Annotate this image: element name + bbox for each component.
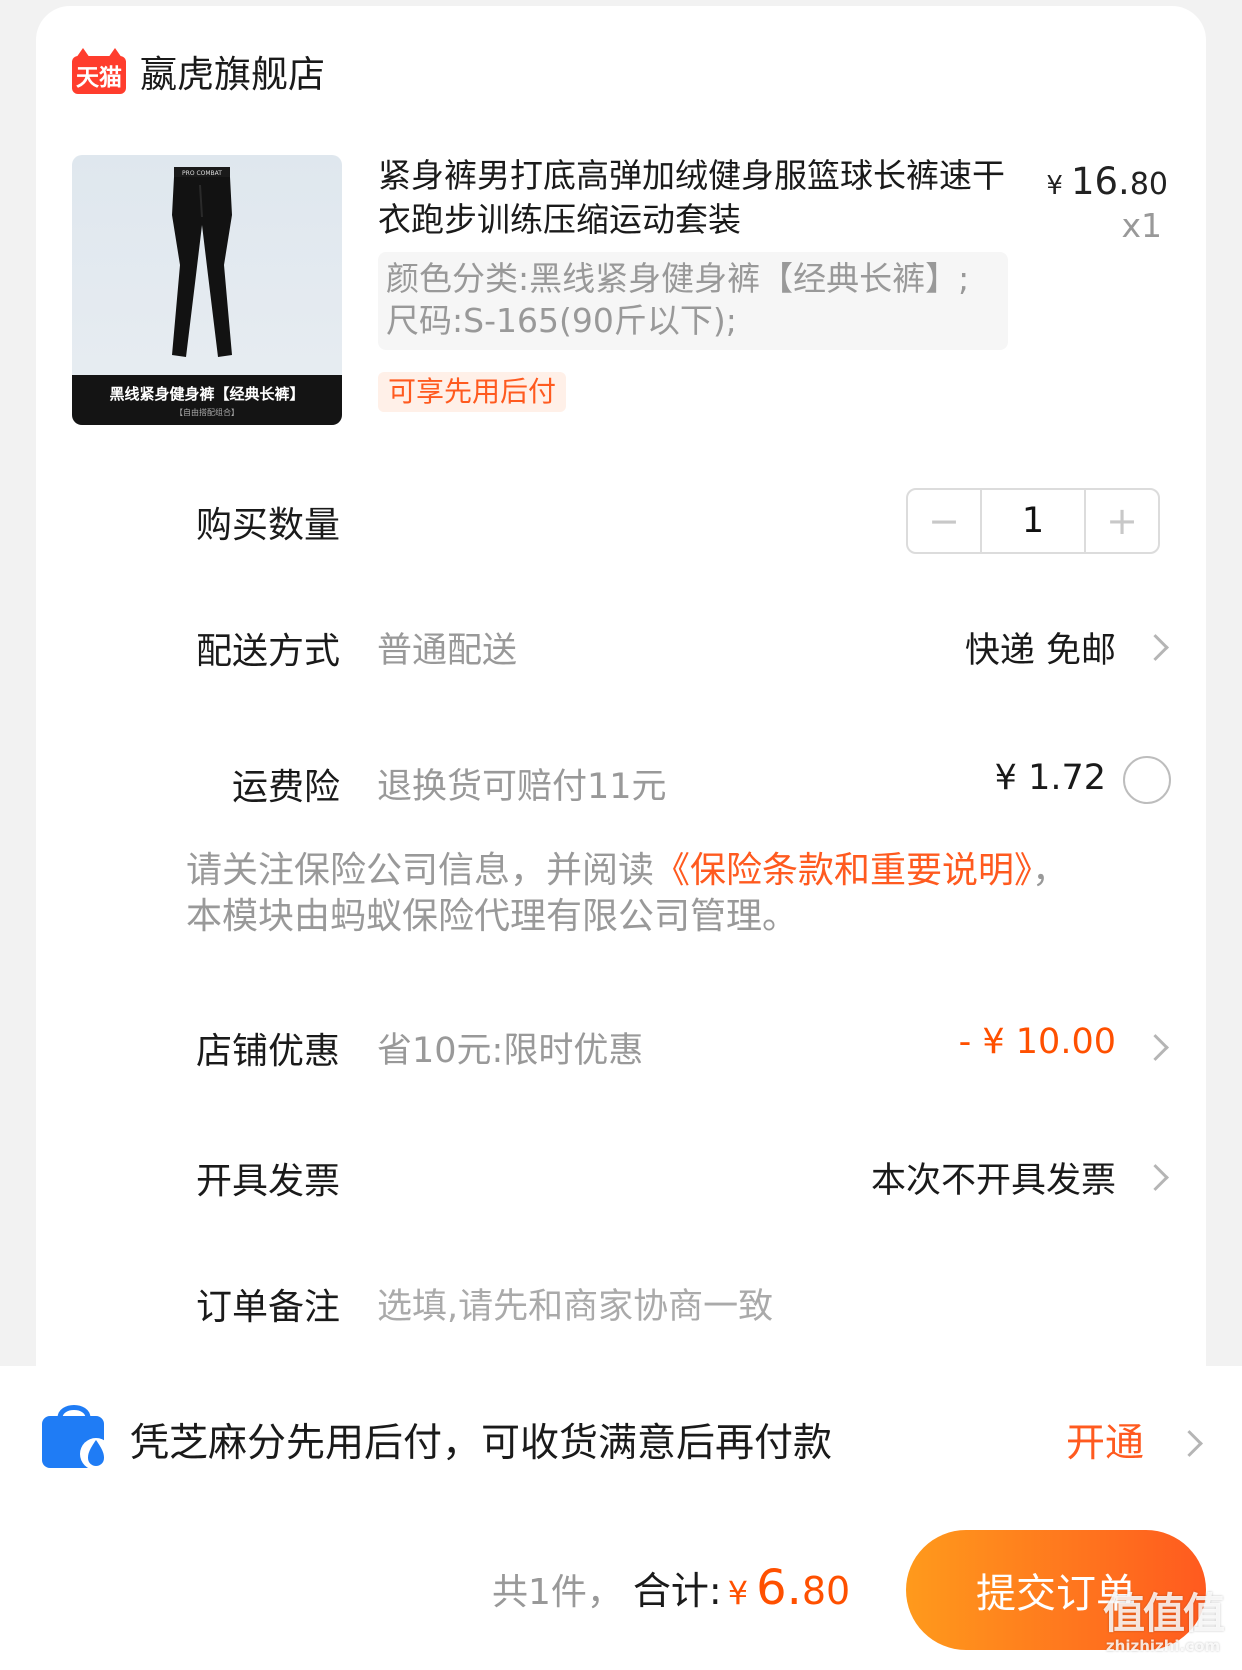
- pay-later-chevron-icon[interactable]: [1176, 1430, 1203, 1457]
- watermark-logo: 值值值: [1102, 1589, 1225, 1638]
- total-symbol: ¥: [727, 1574, 749, 1612]
- quantity-plus-button[interactable]: +: [1086, 490, 1158, 552]
- tmall-badge-text: 天猫: [72, 56, 126, 94]
- shop-name[interactable]: 嬴虎旗舰店: [140, 44, 325, 98]
- quantity-value[interactable]: 1: [980, 490, 1086, 552]
- order-total: 共1件， 合计: ¥ 6. 80: [492, 1560, 850, 1616]
- product-title[interactable]: 紧身裤男打底高弹加绒健身服篮球长裤速干衣跑步训练压缩运动套装: [378, 154, 1018, 242]
- caption-main: 黑线紧身健身裤【经典长裤】: [109, 385, 305, 403]
- pay-later-bag-icon: [42, 1405, 110, 1470]
- watermark: 值值值 zhizhizhi.com: [1088, 1580, 1238, 1655]
- total-label: 合计:: [632, 1569, 722, 1613]
- pay-later-text: 凭芝麻分先用后付，可收货满意后再付款: [130, 1421, 833, 1466]
- insurance-price: ¥ 1.72: [994, 758, 1106, 798]
- price-dec: 80: [1129, 167, 1168, 202]
- total-int: 6.: [756, 1560, 802, 1616]
- remark-input[interactable]: 选填,请先和商家协商一致: [377, 1278, 773, 1329]
- caption-sub: 【自由搭配组合】: [175, 408, 239, 417]
- remark-label: 订单备注: [195, 1287, 340, 1328]
- total-dec: 80: [801, 1569, 851, 1613]
- price-symbol: ¥: [1046, 171, 1063, 201]
- discount-label: 店铺优惠: [195, 1031, 340, 1072]
- insurance-notice: 请关注保险公司信息，并阅读《保险条款和重要说明》，本模块由蚂蚁保险代理有限公司管…: [186, 848, 1086, 940]
- notice-prefix: 请关注保险公司信息，并阅读: [186, 850, 655, 891]
- quantity-minus-button[interactable]: −: [908, 490, 980, 552]
- price-int: 16.: [1070, 160, 1130, 203]
- discount-desc: 省10元:限时优惠: [377, 1031, 644, 1071]
- bottom-bar: 凭芝麻分先用后付，可收货满意后再付款 开通 共1件， 合计: ¥ 6. 80 提交…: [0, 1366, 1242, 1670]
- item-count: 共1件，: [492, 1572, 623, 1613]
- quantity-stepper[interactable]: − 1 +: [906, 488, 1160, 554]
- tights-illustration: PRO COMBAT: [172, 167, 232, 357]
- tights-brand: PRO COMBAT: [182, 170, 222, 177]
- product-image-caption: 黑线紧身健身裤【经典长裤】 【自由搭配组合】: [72, 375, 342, 425]
- insurance-label: 运费险: [231, 767, 340, 808]
- quantity-label: 购买数量: [195, 505, 340, 546]
- product-quantity: x1: [1121, 206, 1162, 245]
- delivery-desc: 普通配送: [377, 631, 518, 671]
- invoice-label: 开具发票: [195, 1161, 340, 1202]
- product-image[interactable]: PRO COMBAT 黑线紧身健身裤【经典长裤】 【自由搭配组合】: [72, 155, 342, 425]
- pay-later-open-link[interactable]: 开通: [1066, 1412, 1144, 1468]
- delivery-value[interactable]: 快递 免邮: [965, 622, 1116, 673]
- shop-header[interactable]: 天猫 嬴虎旗舰店: [72, 46, 325, 96]
- discount-value[interactable]: - ¥ 10.00: [959, 1022, 1116, 1062]
- product-price: ¥16.80: [1046, 160, 1168, 203]
- delivery-label: 配送方式: [195, 631, 340, 672]
- product-sku[interactable]: 颜色分类:黑线紧身健身裤【经典长裤】;尺码:S-165(90斤以下);: [378, 252, 1008, 350]
- watermark-site: zhizhizhi.com: [1105, 1637, 1221, 1655]
- insurance-terms-link[interactable]: 《保险条款和重要说明》: [654, 850, 1032, 891]
- invoice-value[interactable]: 本次不开具发票: [871, 1152, 1116, 1203]
- insurance-desc: 退换货可赔付11元: [377, 767, 667, 807]
- pay-later-tag: 可享先用后付: [378, 372, 567, 412]
- tmall-logo: 天猫: [72, 48, 126, 94]
- insurance-radio[interactable]: [1123, 756, 1171, 804]
